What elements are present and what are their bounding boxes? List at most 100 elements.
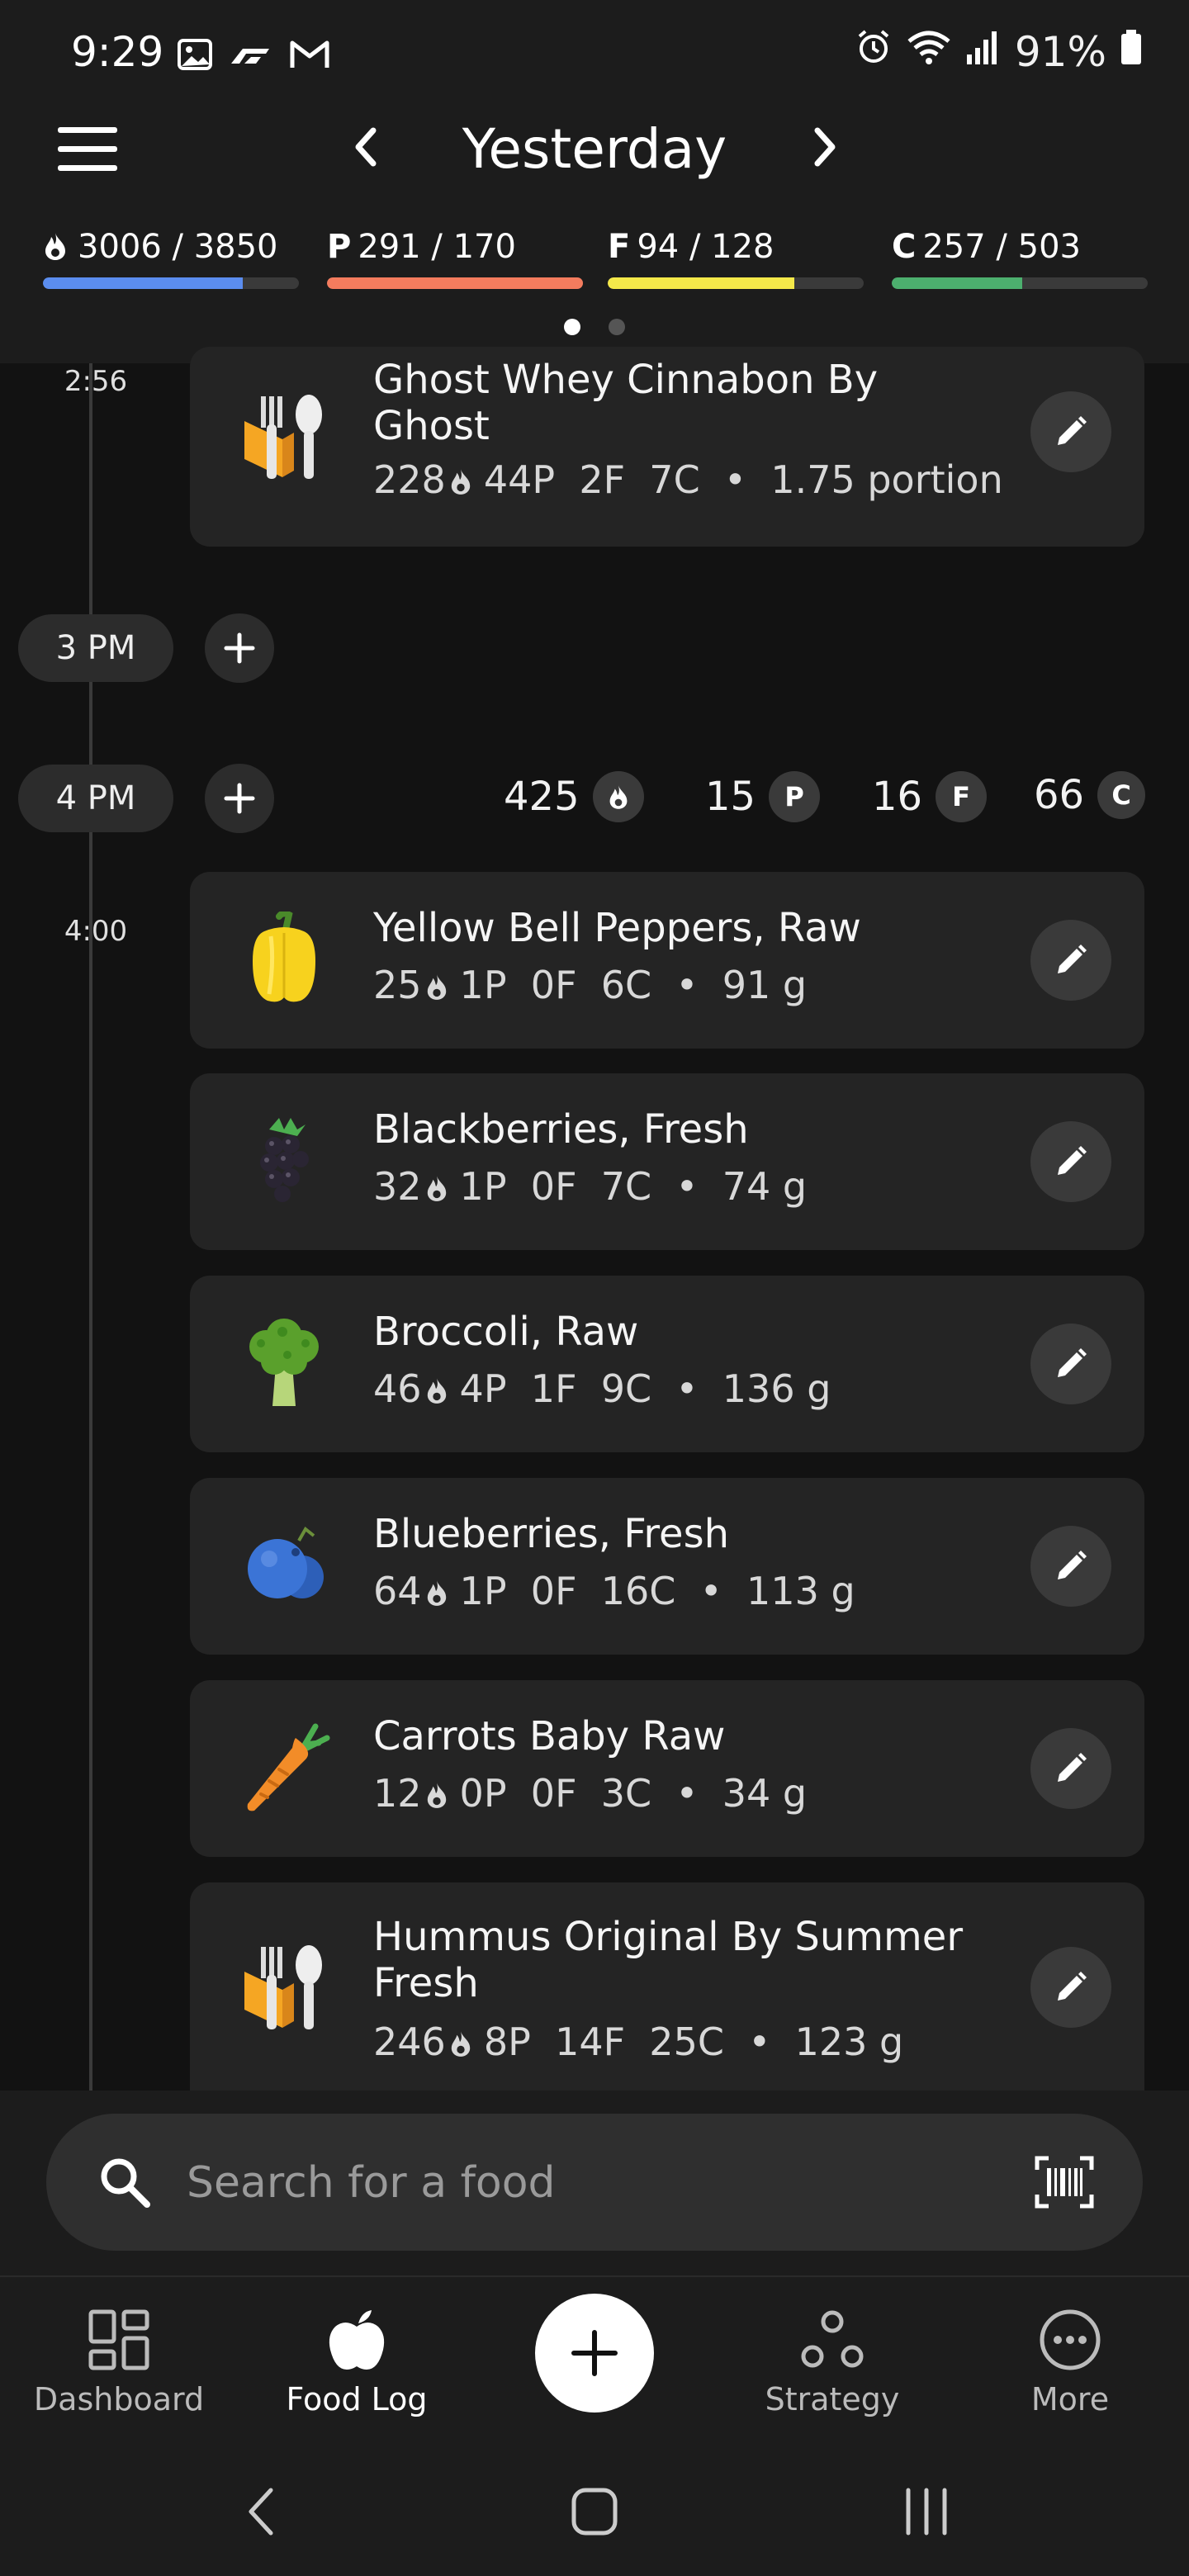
food-entry-card[interactable]: Ghost Whey Cinnabon By Ghost 228 44P 2F 7…: [190, 347, 1144, 547]
fat-badge: F: [936, 771, 988, 822]
nav-strategy[interactable]: Strategy: [725, 2305, 940, 2417]
food-stats: 46 4P 1F 9C • 136 g: [373, 1366, 831, 1411]
hour-fat: 16 F: [872, 771, 988, 822]
fat-value: 94 / 128: [637, 228, 775, 266]
page-dot[interactable]: [608, 319, 625, 335]
pencil-icon: [1058, 1753, 1087, 1782]
blackberry-icon: [236, 1113, 332, 1209]
status-bar: 9:29 91%: [0, 0, 1189, 112]
flame-icon: [451, 2031, 471, 2057]
food-name: Yellow Bell Peppers, Raw: [373, 905, 861, 951]
pencil-icon: [1058, 1146, 1087, 1175]
battery-icon: [1120, 28, 1143, 76]
edit-button[interactable]: [1030, 1121, 1111, 1202]
amount-value: 74 g: [722, 1164, 808, 1209]
food-entry-card[interactable]: Blueberries, Fresh 64 1P 0F 16C • 113 g: [190, 1478, 1144, 1655]
separator-dot: •: [699, 457, 771, 502]
edit-button[interactable]: [1030, 920, 1111, 1001]
nav-dashboard-label: Dashboard: [33, 2381, 205, 2417]
nav-more[interactable]: More: [963, 2305, 1177, 2417]
edit-button[interactable]: [1030, 1526, 1111, 1607]
time-label: 4:00: [64, 915, 128, 948]
next-day-button[interactable]: [799, 122, 849, 172]
gallery-icon: [177, 36, 213, 76]
separator-dot: •: [651, 1771, 722, 1816]
macros-value: 44P 2F 7C: [483, 457, 700, 502]
calorie-bar: [43, 277, 299, 289]
flame-icon: [609, 785, 628, 809]
carbs-badge: C: [1097, 771, 1146, 819]
recents-icon[interactable]: [903, 2485, 950, 2538]
notification-icons: [177, 36, 330, 76]
search-bar[interactable]: [46, 2114, 1143, 2251]
status-time: 9:29: [71, 28, 164, 76]
broccoli-icon: [236, 1315, 332, 1411]
calorie-label: 3006 / 3850: [43, 228, 299, 266]
food-stats: 32 1P 0F 7C • 74 g: [373, 1164, 807, 1209]
macros-value: 4P 1F 9C: [459, 1366, 652, 1411]
hour-carbs-value: 66: [1034, 772, 1085, 818]
nav-food-log[interactable]: Food Log: [249, 2305, 464, 2417]
pencil-icon: [1058, 416, 1087, 445]
plus-icon: [224, 632, 255, 664]
macros-value: 8P 14F 25C: [483, 2020, 724, 2064]
separator-dot: •: [651, 1366, 722, 1411]
flame-icon: [427, 1378, 446, 1404]
gmail-icon: [289, 38, 330, 74]
edit-button[interactable]: [1030, 1324, 1111, 1404]
edit-button[interactable]: [1030, 1947, 1111, 2028]
add-4pm-button[interactable]: [205, 764, 274, 833]
dashboard-icon: [88, 2309, 149, 2370]
protein-bar-fill: [327, 277, 583, 289]
macro-summary[interactable]: 3006 / 3850 P 291 / 170 F 94 / 128 C 257 / …: [0, 228, 1189, 302]
page-title: Yesterday: [462, 117, 727, 181]
bell-pepper-icon: [236, 910, 332, 1007]
food-entry-card[interactable]: Yellow Bell Peppers, Raw 25 1P 0F 6C • 91…: [190, 872, 1144, 1049]
separator-dot: •: [651, 963, 722, 1007]
food-name: Ghost Whey Cinnabon By Ghost: [373, 357, 879, 449]
protein-bar: [327, 277, 583, 289]
prev-day-button[interactable]: [342, 122, 391, 172]
search-input[interactable]: [185, 2147, 931, 2219]
macros-value: 1P 0F 16C: [459, 1569, 676, 1613]
hamburger-icon: [58, 127, 117, 133]
nav-food-log-label: Food Log: [286, 2381, 428, 2417]
carbs-label: C 257 / 503: [892, 228, 1148, 266]
protein-value: 291 / 170: [358, 228, 516, 266]
food-stats: 246 8P 14F 25C • 123 g: [373, 2020, 903, 2064]
food-entry-card[interactable]: Hummus Original By Summer Fresh 246 8P 14…: [190, 1882, 1144, 2091]
food-name: Hummus Original By Summer Fresh: [373, 1914, 964, 2006]
add-3pm-button[interactable]: [205, 613, 274, 683]
hour-protein: 15 P: [705, 771, 821, 822]
nav-dashboard[interactable]: Dashboard: [12, 2305, 226, 2417]
page-indicator: [0, 319, 1189, 339]
calorie-value: 3006 / 3850: [78, 228, 278, 266]
food-entry-card[interactable]: Carrots Baby Raw 12 0P 0F 3C • 34 g: [190, 1680, 1144, 1857]
food-entry-card[interactable]: Blackberries, Fresh 32 1P 0F 7C • 74 g: [190, 1073, 1144, 1250]
edit-button[interactable]: [1030, 1728, 1111, 1809]
food-stats: 12 0P 0F 3C • 34 g: [373, 1771, 807, 1816]
chevron-left-icon: [355, 127, 377, 167]
status-right: 91%: [855, 28, 1143, 76]
food-stats: 228 44P 2F 7C • 1.75 portion: [373, 457, 1003, 502]
menu-button[interactable]: [58, 127, 117, 172]
add-food-button[interactable]: [535, 2294, 654, 2413]
strategy-icon: [801, 2310, 864, 2368]
food-name: Blueberries, Fresh: [373, 1511, 729, 1557]
pencil-icon: [1058, 945, 1087, 973]
amount-value: 113 g: [746, 1569, 855, 1613]
macros-value: 1P 0F 7C: [459, 1164, 652, 1209]
calories-value: 25: [373, 963, 422, 1007]
time-label: 2:56: [64, 365, 128, 398]
food-entry-card[interactable]: Broccoli, Raw 46 4P 1F 9C • 136 g: [190, 1276, 1144, 1452]
flame-badge: [592, 771, 644, 822]
hour-protein-value: 15: [705, 774, 756, 820]
amount-value: 136 g: [722, 1366, 831, 1411]
flame-icon: [427, 1783, 446, 1808]
home-icon[interactable]: [570, 2485, 619, 2538]
edit-button[interactable]: [1030, 391, 1111, 472]
alarm-icon: [855, 28, 893, 76]
page-dot[interactable]: [564, 319, 581, 335]
barcode-scan-icon[interactable]: [1034, 2155, 1095, 2209]
back-icon[interactable]: [244, 2485, 277, 2538]
